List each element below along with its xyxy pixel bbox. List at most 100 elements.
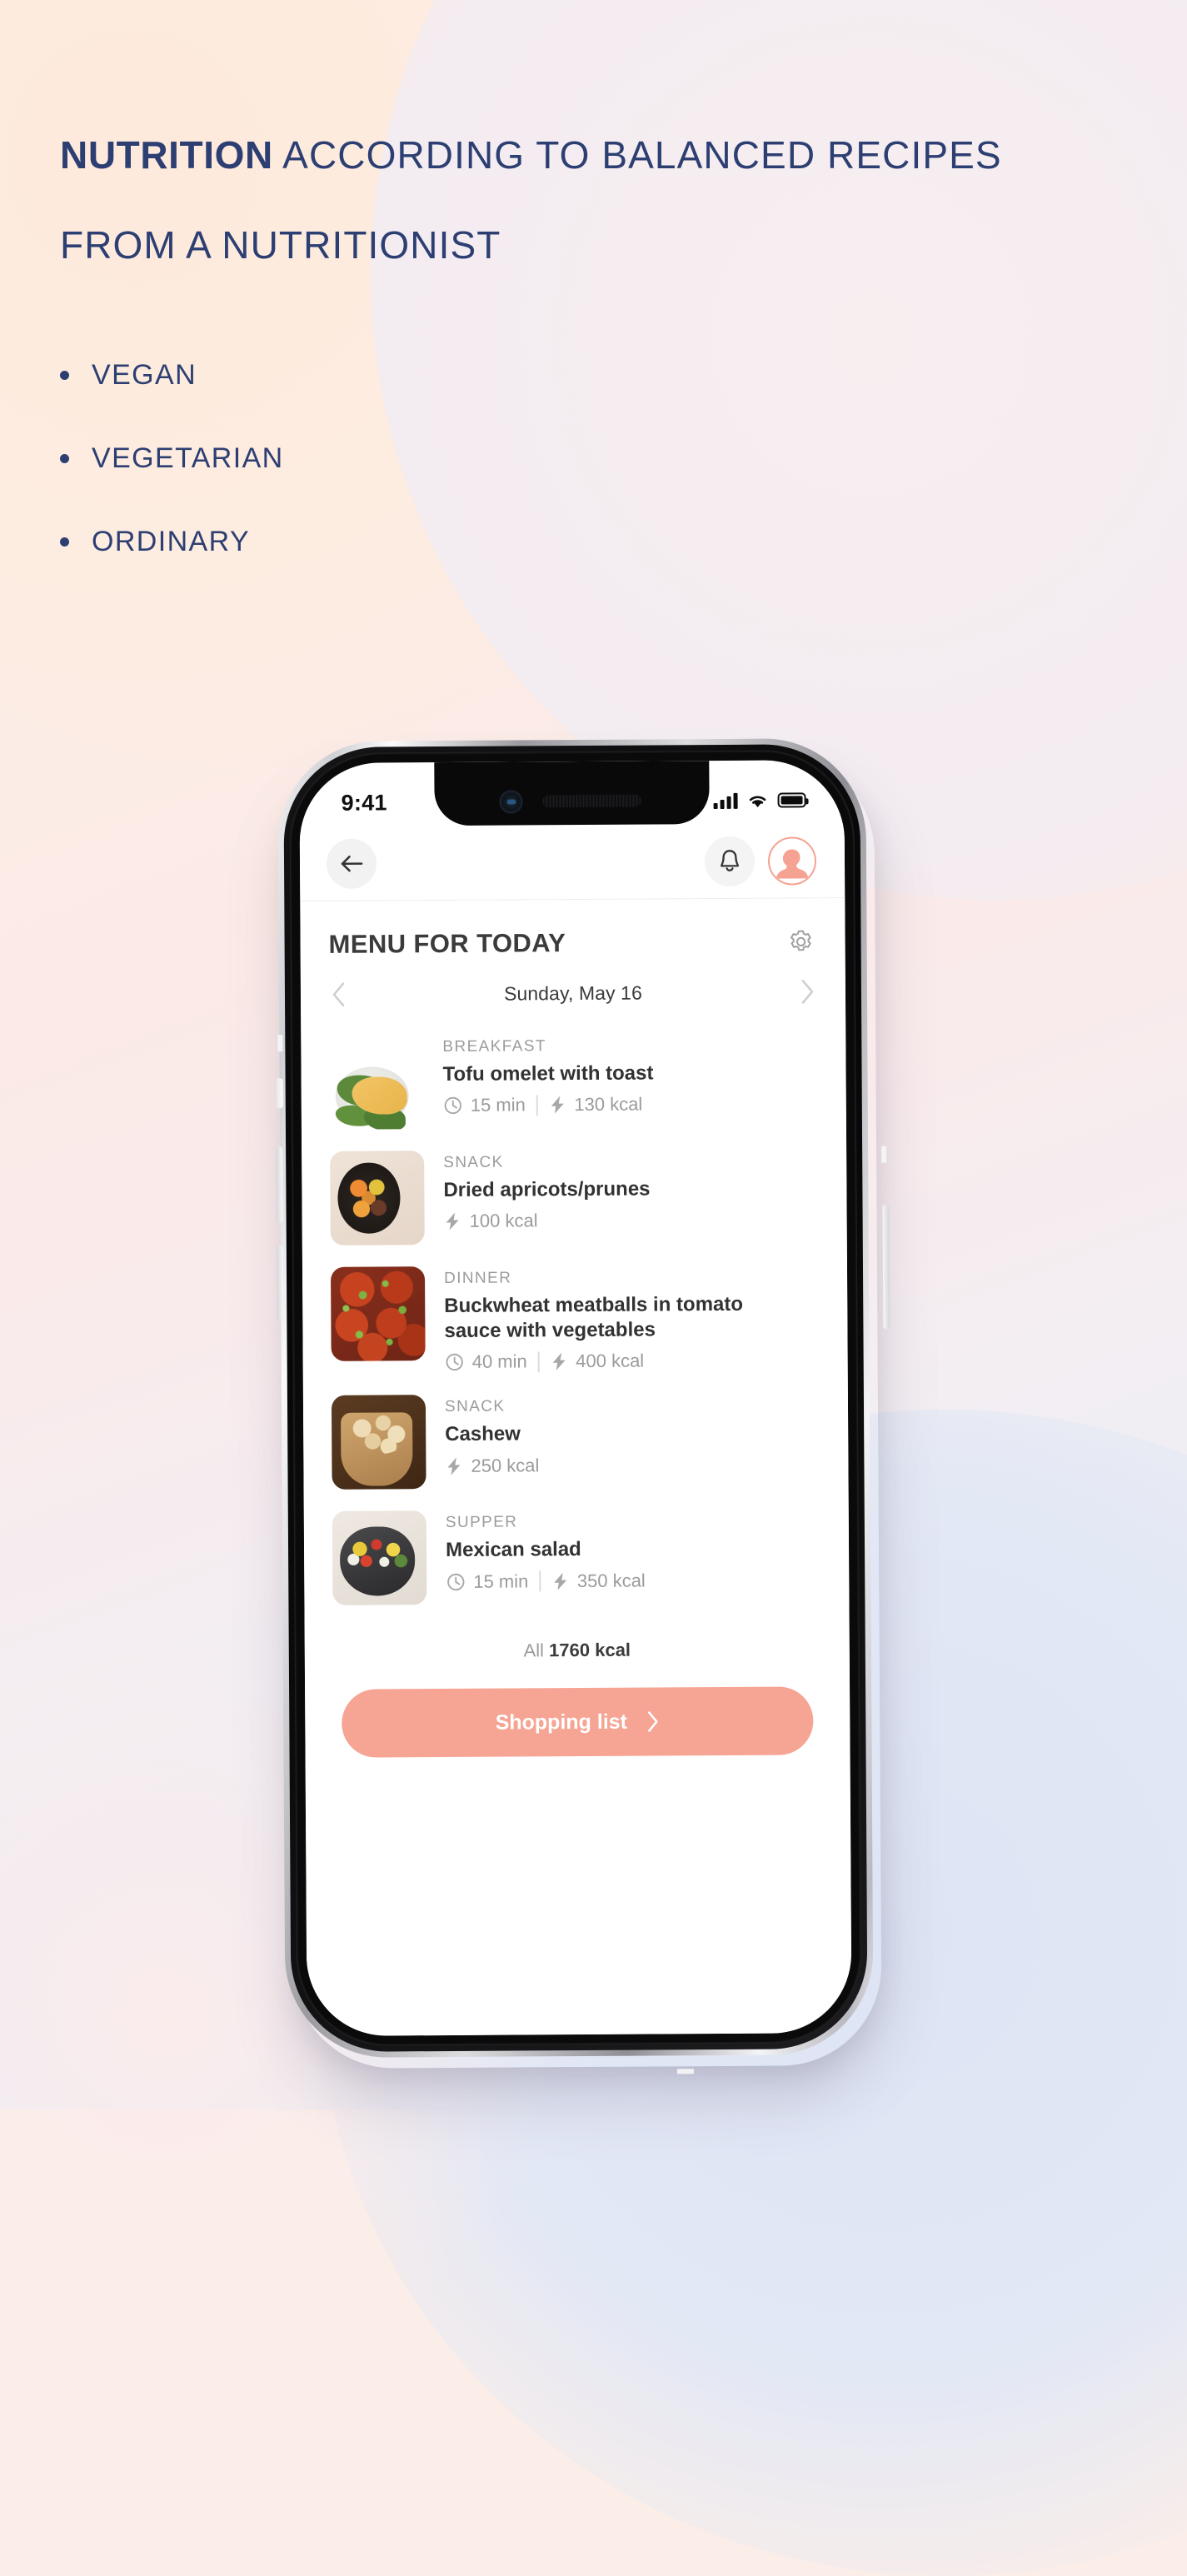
meta-divider bbox=[537, 1351, 540, 1373]
meta-divider bbox=[536, 1095, 538, 1116]
meal-row[interactable]: SNACK Dried apricots/prunes 100 kcal bbox=[328, 1137, 820, 1256]
meal-category: SUPPER bbox=[445, 1513, 518, 1532]
meta-divider bbox=[539, 1570, 541, 1592]
bullet-item-vegan: VEGAN bbox=[60, 333, 284, 417]
meal-thumbnail bbox=[330, 1151, 425, 1246]
date-navigation: Sunday, May 16 bbox=[327, 956, 819, 1025]
meal-thumbnail bbox=[330, 1266, 426, 1361]
meal-meta: 15 min 130 kcal bbox=[443, 1093, 818, 1117]
screen-content: MENU FOR TODAY Sunday, May 16 BREAKFAST … bbox=[300, 898, 852, 2037]
meal-row[interactable]: BREAKFAST Tofu omelet with toast 15 min bbox=[327, 1021, 820, 1141]
meal-meta: 15 min 350 kcal bbox=[446, 1569, 820, 1593]
battery-full-icon bbox=[777, 792, 806, 808]
lightning-icon bbox=[551, 1096, 564, 1114]
total-calories-value: 1760 kcal bbox=[549, 1640, 631, 1661]
meal-calories-value: 130 kcal bbox=[574, 1093, 643, 1116]
meal-calories-value: 350 kcal bbox=[576, 1570, 646, 1591]
meal-name: Dried apricots/prunes bbox=[443, 1177, 651, 1202]
frame-antenna-line-left bbox=[277, 1035, 283, 1052]
bullet-dot-icon bbox=[60, 537, 69, 547]
bullet-item-vegetarian: VEGETARIAN bbox=[60, 417, 284, 500]
back-button[interactable] bbox=[326, 838, 377, 889]
meal-details: DINNER Buckwheat meatballs in tomato sau… bbox=[444, 1264, 820, 1373]
user-avatar[interactable] bbox=[767, 836, 817, 886]
meal-calories: 250 kcal bbox=[445, 1455, 539, 1477]
bullet-label: VEGAN bbox=[92, 358, 197, 391]
bullet-dot-icon bbox=[60, 453, 69, 463]
phone-mockup: 9:41 MENU FOR TODAY Sunday, May 16 BREAK… bbox=[276, 737, 898, 2081]
volume-down-button[interactable] bbox=[276, 1245, 284, 1322]
meal-name: Cashew bbox=[445, 1422, 521, 1446]
meal-row[interactable]: SUPPER Mexican salad 15 min 350 kcal bbox=[331, 1498, 823, 1617]
silent-switch-button[interactable] bbox=[276, 1078, 283, 1109]
arrow-left-icon bbox=[341, 855, 363, 871]
app-nav-bar bbox=[299, 823, 845, 902]
bullet-label: ORDINARY bbox=[92, 525, 251, 557]
lightning-icon bbox=[552, 1353, 566, 1371]
headline-emphasis: NUTRITION bbox=[60, 133, 273, 177]
clock-icon bbox=[447, 1573, 465, 1590]
meal-details: SNACK Cashew 250 kcal bbox=[445, 1393, 820, 1477]
current-date-label: Sunday, May 16 bbox=[503, 981, 642, 1005]
feature-bullet-list: VEGAN VEGETARIAN ORDINARY bbox=[60, 333, 284, 583]
meal-list: BREAKFAST Tofu omelet with toast 15 min bbox=[327, 1021, 822, 1616]
meal-details: SUPPER Mexican salad 15 min 350 kcal bbox=[446, 1509, 821, 1593]
meal-category: BREAKFAST bbox=[442, 1037, 546, 1056]
gear-icon[interactable] bbox=[786, 927, 815, 956]
meal-row[interactable]: SNACK Cashew 250 kcal bbox=[330, 1382, 822, 1501]
meal-calories-value: 400 kcal bbox=[576, 1350, 645, 1372]
meal-name: Mexican salad bbox=[445, 1538, 581, 1562]
chevron-right-icon[interactable] bbox=[799, 978, 815, 1005]
lightning-icon bbox=[447, 1457, 461, 1475]
meal-category: DINNER bbox=[443, 1269, 512, 1288]
bell-icon bbox=[721, 850, 739, 871]
bullet-label: VEGETARIAN bbox=[92, 442, 284, 474]
meal-meta: 250 kcal bbox=[445, 1453, 820, 1477]
total-prefix: All bbox=[523, 1640, 545, 1661]
user-avatar-icon bbox=[776, 848, 809, 879]
lightning-icon bbox=[553, 1572, 566, 1590]
signal-bars-icon bbox=[713, 792, 738, 809]
meal-meta: 100 kcal bbox=[444, 1209, 819, 1233]
meal-thumbnail bbox=[329, 1035, 424, 1130]
page-headline: NUTRITION ACCORDING TO BALANCED RECIPES … bbox=[60, 110, 1110, 290]
meal-row[interactable]: DINNER Buckwheat meatballs in tomato sau… bbox=[329, 1253, 821, 1385]
meal-calories: 400 kcal bbox=[550, 1350, 644, 1373]
meal-calories: 350 kcal bbox=[551, 1570, 646, 1592]
meal-details: BREAKFAST Tofu omelet with toast 15 min bbox=[442, 1032, 818, 1116]
clock-icon bbox=[444, 1097, 461, 1115]
wifi-icon bbox=[749, 796, 766, 807]
meal-time: 15 min bbox=[443, 1095, 526, 1117]
shopping-list-button[interactable]: Shopping list bbox=[342, 1686, 814, 1759]
power-button[interactable] bbox=[882, 1204, 890, 1330]
page-header: MENU FOR TODAY bbox=[327, 898, 818, 960]
total-calories-row: All 1760 kcal bbox=[332, 1614, 823, 1670]
meal-time: 40 min bbox=[445, 1351, 527, 1374]
chevron-left-icon[interactable] bbox=[331, 981, 347, 1008]
bullet-item-ordinary: ORDINARY bbox=[60, 500, 284, 583]
meal-calories: 130 kcal bbox=[548, 1094, 642, 1116]
chevron-right-icon bbox=[647, 1711, 658, 1733]
meal-category: SNACK bbox=[443, 1153, 504, 1172]
status-bar-icons bbox=[713, 792, 806, 809]
meal-calories-value: 100 kcal bbox=[469, 1210, 538, 1232]
volume-up-button[interactable] bbox=[276, 1146, 283, 1224]
meal-category: SNACK bbox=[444, 1398, 506, 1416]
meal-name: Buckwheat meatballs in tomato sauce with… bbox=[444, 1292, 744, 1343]
page-title: MENU FOR TODAY bbox=[328, 928, 566, 959]
meal-calories-value: 250 kcal bbox=[471, 1455, 540, 1476]
meal-time-value: 15 min bbox=[473, 1570, 529, 1592]
meal-meta: 40 min 400 kcal bbox=[445, 1350, 820, 1374]
bullet-dot-icon bbox=[60, 370, 69, 380]
frame-antenna-line-bottom bbox=[676, 2069, 694, 2074]
meal-time: 15 min bbox=[446, 1570, 528, 1593]
status-bar-time: 9:41 bbox=[341, 789, 387, 816]
meal-details: SNACK Dried apricots/prunes 100 kcal bbox=[443, 1148, 819, 1232]
status-bar: 9:41 bbox=[299, 760, 844, 826]
lightning-icon bbox=[446, 1212, 459, 1231]
notifications-button[interactable] bbox=[704, 836, 756, 886]
nav-actions bbox=[704, 836, 817, 886]
meal-time-value: 15 min bbox=[470, 1094, 526, 1116]
meal-thumbnail bbox=[332, 1510, 427, 1606]
frame-antenna-line-right bbox=[881, 1146, 887, 1163]
